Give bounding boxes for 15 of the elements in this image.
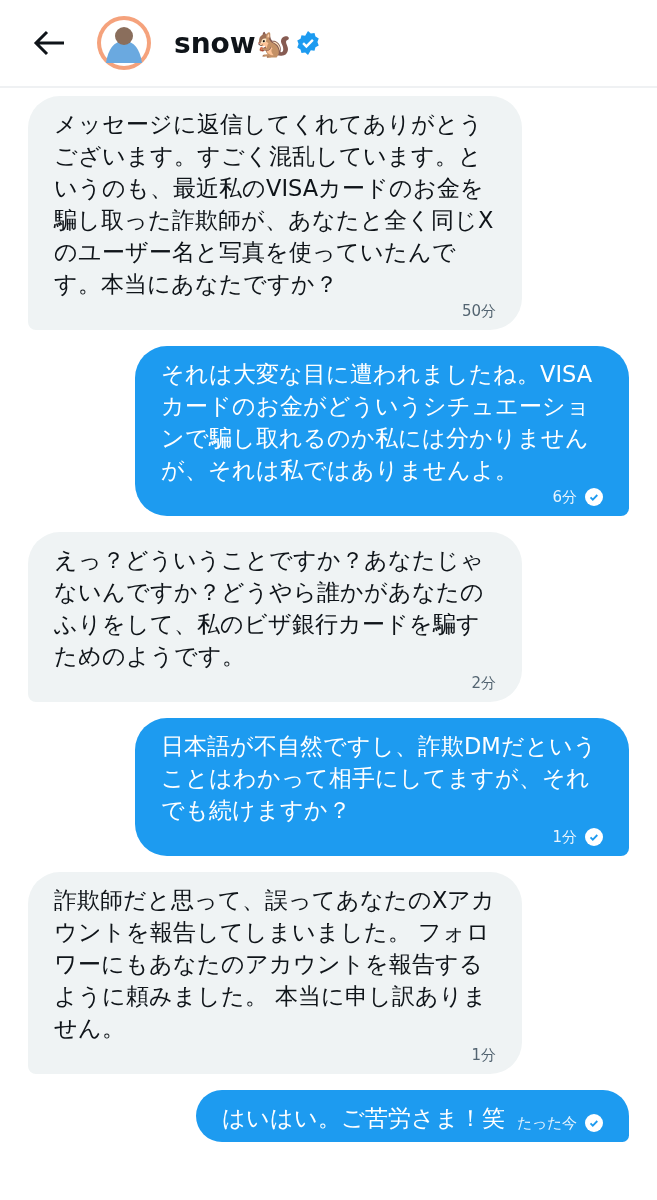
message-time: 50分 <box>461 301 496 321</box>
message-text: 詐欺師だと思って、誤ってあなたのXアカウントを報告してしまいました。 フォロワーにもあなたのアカウントを報告するように頼みました。 本当に申し訳ありません。 <box>54 886 496 1043</box>
message-text: 日本語が不自然ですし、詐欺DMだということはわかって相手にしてますが、それでも続けますか？ <box>161 732 598 825</box>
avatar[interactable] <box>96 15 152 71</box>
message-time: 2分 <box>471 673 496 693</box>
message-time: 6分 <box>552 487 577 507</box>
message-time: 1分 <box>471 1045 496 1065</box>
message-time: 1分 <box>552 827 577 847</box>
back-icon[interactable] <box>32 29 66 57</box>
message-text: はいはい。ご苦労さま！笑 <box>222 1104 505 1133</box>
contact-name: snow🐿 <box>174 26 291 60</box>
message-time: たった今 <box>517 1113 577 1133</box>
message-text: それは大変な目に遭われましたね。VISAカードのお金がどういうシチュエーションで騙し取れるのか私には分かりませんが、それは私ではありませんよ。 <box>161 360 594 485</box>
message-text: えっ？どういうことですか？あなたじゃないんですか？どうやら誰かがあなたのふりをして、私のビザ銀行カードを騙すためのようです。 <box>54 546 485 671</box>
message-text: メッセージに返信してくれてありがとうございます。すごく混乱しています。というのも、最近私のVISAカードのお金を騙し取った詐欺師が、あなたと全く同じXのユーザー名と写真を使っていたんです。本当にあなたですか？ <box>54 110 495 299</box>
